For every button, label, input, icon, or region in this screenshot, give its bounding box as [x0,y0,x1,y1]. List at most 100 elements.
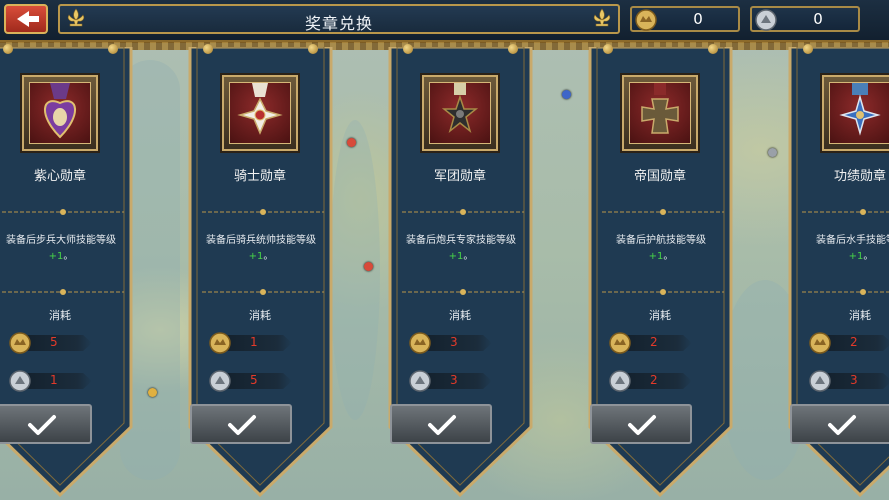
gold-cost: 2 [850,335,858,349]
medal-name: 军团勋章 [433,169,486,184]
medal-description: 装备后炮兵专家技能等级 +1。 [386,233,536,265]
silver-cost: 1 [50,373,58,387]
gold-cost: 3 [450,335,458,349]
ornament-divider [602,209,724,215]
bonus-value: +1 [848,251,864,262]
medal-description: 装备后护航技能等级 +1。 [586,233,736,265]
ornament-divider [402,289,524,295]
checkmark-icon [228,415,256,435]
description-suffix: 。 [863,251,874,262]
gold-count: 0 [693,10,703,28]
cost-label: 消耗 [449,309,471,322]
exchange-confirm-button[interactable] [0,404,92,444]
silver-medal-coin-icon [209,370,231,392]
description-suffix: 。 [63,251,74,262]
ornament-divider [2,209,124,215]
checkmark-icon [28,415,56,435]
medal-1-icon [44,83,76,139]
gold-cost: 2 [650,335,658,349]
medal-image-frame [422,75,498,151]
bonus-value: +1 [448,251,464,262]
ornament-divider [2,289,124,295]
ornament-divider [602,289,724,295]
silver-cost-row: 3 [808,370,889,392]
gold-medal-coin-icon [609,332,631,354]
medal-card: 功绩勋章 装备后水手技能等级 +1。 消耗 2 [786,44,889,497]
back-arrow-icon [17,11,39,27]
medal-3-icon [441,83,479,134]
gold-medal-coin-icon [9,332,31,354]
medal-card: 帝国勋章 装备后护航技能等级 +1。 消耗 2 2 [586,44,736,497]
silver-medal-coin-icon [755,9,777,31]
silver-cost-row: 3 [408,370,500,392]
description-text: 装备后炮兵专家技能等级 [406,235,516,246]
gold-cost-row: 2 [808,332,889,354]
ornament-divider [402,209,524,215]
medal-2-icon [237,83,283,135]
medal-image-frame [622,75,698,151]
silver-cost: 2 [650,373,658,387]
gold-medal-coin-icon [635,9,657,31]
description-text: 装备后骑兵统帅技能等级 [206,235,316,246]
ornament-divider [202,289,324,295]
gold-cost-row: 2 [608,332,700,354]
medal-description: 装备后步兵大师技能等级 +1。 [0,233,136,265]
cost-label: 消耗 [849,309,871,322]
exchange-confirm-button[interactable] [190,404,292,444]
medal-name: 功绩勋章 [833,169,886,184]
medal-name: 骑士勋章 [233,169,286,184]
exchange-confirm-button[interactable] [390,404,492,444]
gold-cost: 5 [50,335,58,349]
cost-label: 消耗 [49,309,71,322]
bonus-value: +1 [248,251,264,262]
gold-cost-row: 1 [208,332,300,354]
silver-currency-display: 0 [750,6,860,32]
gold-cost: 1 [250,335,258,349]
silver-count: 0 [813,10,823,28]
checkmark-icon [628,415,656,435]
description-text: 装备后护航技能等级 [616,235,706,246]
medal-card: 紫心勋章 装备后步兵大师技能等级 +1。 消耗 5 1 [0,44,136,497]
medal-name: 帝国勋章 [633,169,686,184]
description-suffix: 。 [663,251,674,262]
silver-medal-coin-icon [409,370,431,392]
cost-label: 消耗 [249,309,271,322]
cost-label: 消耗 [649,309,671,322]
page-title: 奖章兑换 [304,14,373,33]
back-button[interactable] [4,4,48,34]
silver-cost: 3 [450,373,458,387]
gold-currency-display: 0 [630,6,740,32]
medal-name: 紫心勋章 [33,169,86,184]
description-text: 装备后水手技能等级 [816,235,889,246]
checkmark-icon [828,415,856,435]
silver-medal-coin-icon [809,370,831,392]
ornament-divider [802,209,889,215]
exchange-confirm-button[interactable] [590,404,692,444]
fleur-de-lis-icon [593,8,611,27]
gold-cost-row: 5 [8,332,100,354]
medal-description: 装备后骑兵统帅技能等级 +1。 [186,233,336,265]
silver-cost-row: 1 [8,370,100,392]
silver-cost-row: 5 [208,370,300,392]
silver-medal-coin-icon [609,370,631,392]
gold-medal-coin-icon [209,332,231,354]
ornament-divider [802,289,889,295]
medal-card: 军团勋章 装备后炮兵专家技能等级 +1。 消耗 3 3 [386,44,536,497]
gold-medal-coin-icon [409,332,431,354]
medal-description: 装备后水手技能等级 +1。 [786,233,889,265]
description-suffix: 。 [463,251,474,262]
medal-image-frame [222,75,298,151]
title-bar: 奖章兑换 [58,4,620,34]
medal-image-frame [822,75,889,151]
bonus-value: +1 [48,251,64,262]
bonus-value: +1 [648,251,664,262]
description-suffix: 。 [263,251,274,262]
silver-cost: 3 [850,373,858,387]
exchange-confirm-button[interactable] [790,404,889,444]
gold-medal-coin-icon [809,332,831,354]
checkmark-icon [428,415,456,435]
medal-image-frame [22,75,98,151]
gold-cost-row: 3 [408,332,500,354]
silver-cost-row: 2 [608,370,700,392]
medal-4-icon [641,83,679,134]
